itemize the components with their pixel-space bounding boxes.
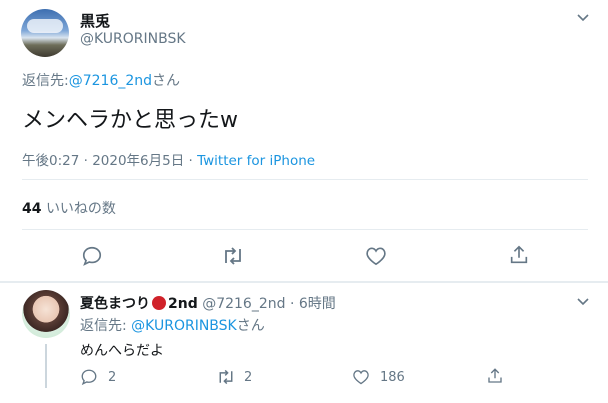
share-icon[interactable] xyxy=(508,244,530,266)
reply-to: 返信先: @KURORINBSKさん xyxy=(80,315,265,335)
display-name[interactable]: 黒兎 xyxy=(80,10,110,31)
display-name[interactable]: 夏色まつり xyxy=(80,296,150,312)
section-divider xyxy=(0,281,608,283)
tweet-timestamp[interactable]: 午後0:27 · 2020年6月5日 · xyxy=(22,153,197,169)
user-handle[interactable]: @7216_2nd xyxy=(202,296,285,312)
retweet-count: 2 xyxy=(244,370,253,385)
reply-to-suffix: さん xyxy=(152,73,181,89)
heart-icon[interactable] xyxy=(352,369,370,385)
chevron-down-icon[interactable] xyxy=(576,296,590,310)
avatar[interactable] xyxy=(22,290,70,338)
tweet-text: メンヘラかと思ったw xyxy=(22,108,238,133)
reply-header: 夏色まつり 2nd @7216_2nd · 6時間 xyxy=(80,293,336,313)
reply-text: めんへらだよ xyxy=(80,343,164,359)
avatar[interactable] xyxy=(21,9,69,57)
like-count: 186 xyxy=(380,370,405,385)
tweet-meta: 午後0:27 · 2020年6月5日 · Twitter for iPhone xyxy=(22,149,315,169)
share-icon[interactable] xyxy=(486,367,504,385)
reply-count: 2 xyxy=(108,370,117,385)
chevron-down-icon[interactable] xyxy=(576,12,590,26)
likes-label: いいねの数 xyxy=(45,201,116,217)
tweet-source-link[interactable]: Twitter for iPhone xyxy=(197,153,315,169)
tweet-time[interactable]: · 6時間 xyxy=(290,296,336,312)
thread-line xyxy=(45,344,47,388)
reply-to-suffix: さん xyxy=(236,318,265,334)
divider xyxy=(22,179,588,180)
red-badge-icon xyxy=(152,296,166,310)
name-suffix: 2nd xyxy=(168,296,198,312)
user-handle[interactable]: @KURORINBSK xyxy=(80,31,186,47)
likes-count: 44 xyxy=(22,201,42,217)
reply-icon[interactable] xyxy=(80,368,98,386)
likes-stat[interactable]: 44 いいねの数 xyxy=(22,198,116,218)
divider xyxy=(22,229,588,230)
reply-to-handle-link[interactable]: @KURORINBSK xyxy=(131,318,237,334)
heart-icon[interactable] xyxy=(365,246,387,266)
reply-icon[interactable] xyxy=(81,245,103,267)
reply-to: 返信先:@7216_2ndさん xyxy=(22,70,180,90)
reply-to-label: 返信先: xyxy=(22,73,69,89)
reply-to-label: 返信先: xyxy=(80,318,127,334)
retweet-icon[interactable] xyxy=(221,245,245,267)
retweet-icon[interactable] xyxy=(216,368,236,386)
reply-to-handle-link[interactable]: @7216_2nd xyxy=(69,73,152,89)
